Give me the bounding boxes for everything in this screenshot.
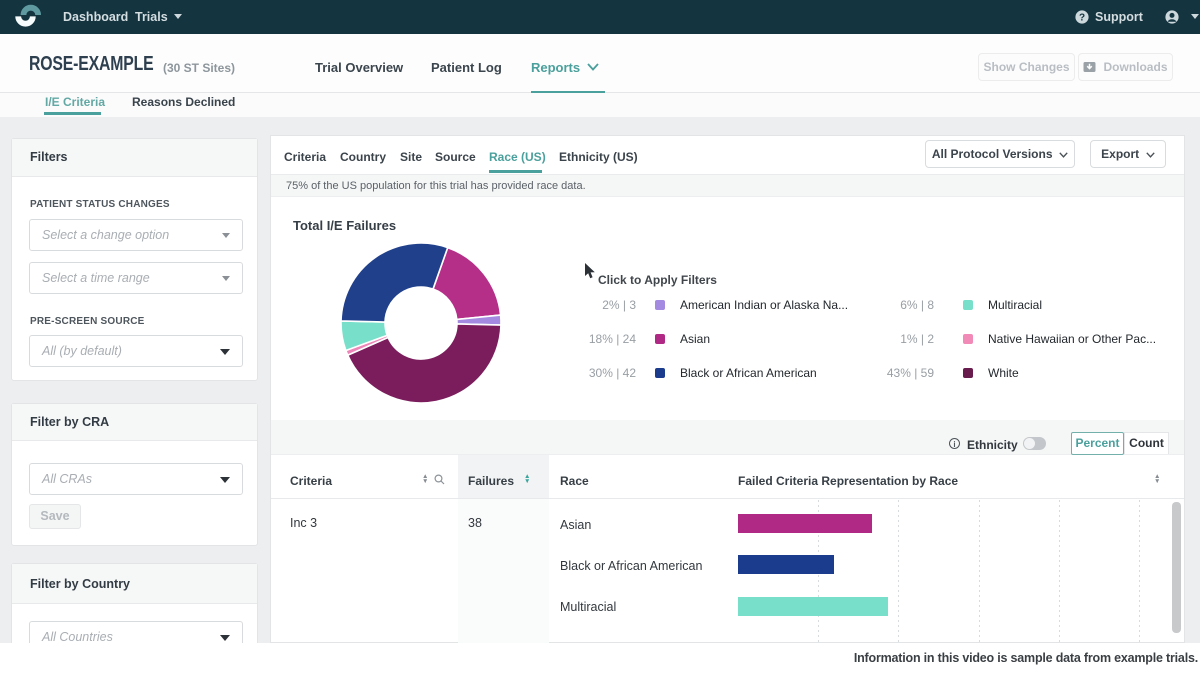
svg-text:?: ? — [1079, 12, 1085, 23]
